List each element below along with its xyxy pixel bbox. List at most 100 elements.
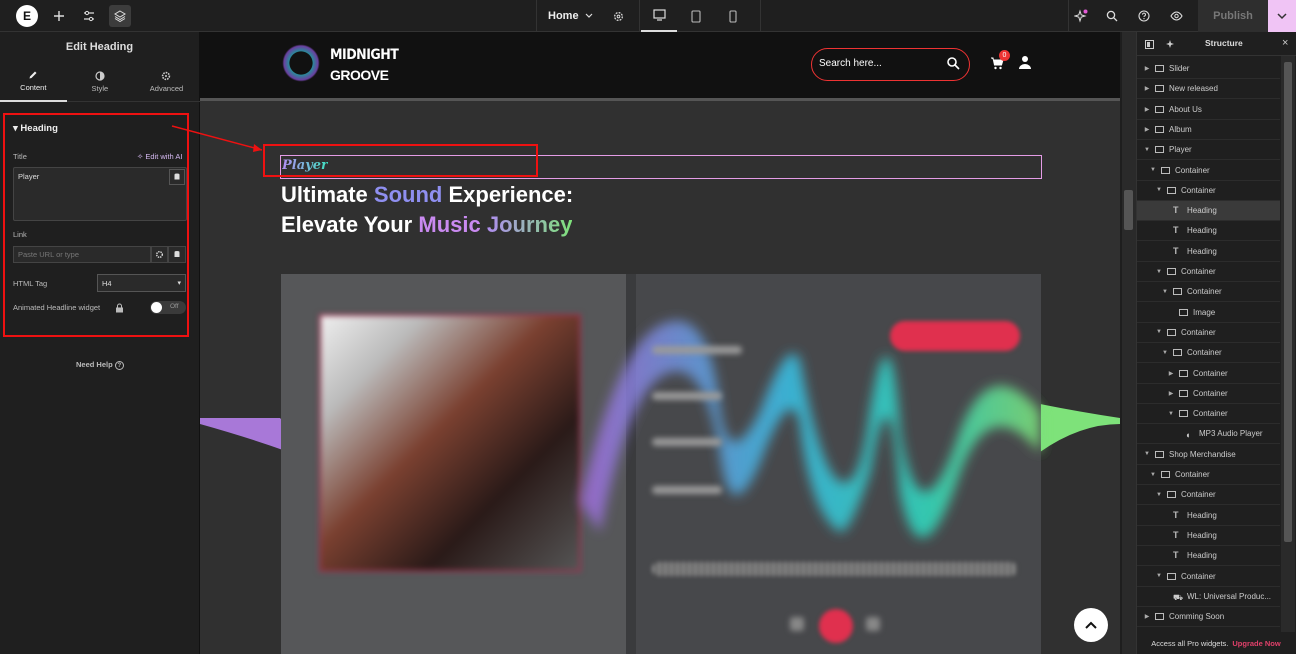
structure-item[interactable]: ◖ MP3 Audio Player xyxy=(1137,424,1280,445)
caret-right-icon[interactable]: ▶ xyxy=(1143,106,1151,113)
desktop-view-button[interactable] xyxy=(641,0,677,32)
link-dynamic-tags-button[interactable] xyxy=(168,246,186,263)
link-options-button[interactable] xyxy=(151,246,168,263)
container-icon xyxy=(1179,410,1188,418)
next-track-button[interactable] xyxy=(866,617,880,631)
scroll-to-top-button[interactable] xyxy=(1074,608,1108,642)
caret-down-icon[interactable]: ▼ xyxy=(1155,329,1163,335)
structure-item[interactable]: ▼ Container xyxy=(1137,323,1280,343)
structure-item-label: Container xyxy=(1193,388,1228,398)
structure-item[interactable]: ▶ Slider xyxy=(1137,59,1280,79)
section-heading-toggle[interactable]: ▾ Heading xyxy=(13,123,58,134)
structure-item[interactable]: T Heading xyxy=(1137,526,1280,546)
caret-down-icon[interactable]: ▼ xyxy=(1155,187,1163,193)
publish-options-button[interactable] xyxy=(1268,0,1296,32)
structure-item[interactable]: ▼ Container xyxy=(1137,343,1280,364)
structure-item[interactable]: ▼ Player xyxy=(1137,140,1280,161)
caret-right-icon[interactable]: ▶ xyxy=(1167,390,1175,397)
audio-progress-bar[interactable] xyxy=(652,562,1017,576)
structure-toggle-button[interactable] xyxy=(109,5,131,27)
caret-down-icon[interactable]: ▼ xyxy=(1149,167,1157,173)
structure-item[interactable]: ▼ Container xyxy=(1137,181,1280,201)
caret-right-icon[interactable]: ▶ xyxy=(1143,65,1151,72)
blurred-button[interactable] xyxy=(890,321,1020,351)
tablet-icon xyxy=(691,9,701,23)
structure-item[interactable]: ▶ Album xyxy=(1137,120,1280,140)
caret-down-icon[interactable]: ▼ xyxy=(1155,573,1163,579)
tablet-view-button[interactable] xyxy=(678,0,714,32)
structure-item[interactable]: ▼ Container xyxy=(1137,262,1280,282)
play-button[interactable] xyxy=(819,609,853,643)
structure-item[interactable]: ▼ Container xyxy=(1137,485,1280,506)
canvas-scrollbar-thumb[interactable] xyxy=(1124,190,1133,230)
caret-down-icon[interactable]: ▼ xyxy=(1167,411,1175,417)
structure-item[interactable]: ▼ Container xyxy=(1137,161,1280,181)
structure-item[interactable]: Image xyxy=(1137,303,1280,323)
layers-icon xyxy=(114,10,126,22)
caret-right-icon[interactable]: ▶ xyxy=(1143,126,1151,133)
eye-icon xyxy=(1169,11,1183,21)
track-item[interactable] xyxy=(652,438,722,446)
structure-item[interactable]: T Heading xyxy=(1137,506,1280,526)
caret-down-icon[interactable]: ▼ xyxy=(1161,289,1169,295)
elementor-logo-icon[interactable]: E xyxy=(16,5,38,27)
mobile-view-button[interactable] xyxy=(715,0,751,32)
previous-track-button[interactable] xyxy=(790,617,804,631)
page-selector[interactable]: Home xyxy=(536,0,640,32)
dynamic-tags-button[interactable] xyxy=(169,169,185,185)
gear-icon[interactable] xyxy=(613,11,624,22)
track-item[interactable] xyxy=(652,486,722,494)
structure-item[interactable]: ▶ Container xyxy=(1137,364,1280,384)
structure-item[interactable]: ▼ Container xyxy=(1137,465,1280,485)
preview-button[interactable] xyxy=(1168,8,1184,24)
caret-down-icon[interactable]: ▼ xyxy=(1143,451,1151,457)
tab-content[interactable]: Content xyxy=(0,62,67,102)
caret-down-icon[interactable]: ▼ xyxy=(1155,492,1163,498)
ai-notifications-button[interactable] xyxy=(1073,8,1089,24)
dock-icon[interactable] xyxy=(1145,40,1154,49)
caret-down-icon[interactable]: ▼ xyxy=(1143,147,1151,153)
html-tag-select[interactable]: H4 ▾ xyxy=(97,274,186,292)
structure-item[interactable]: ▼ Container xyxy=(1137,404,1280,425)
track-item[interactable] xyxy=(652,392,722,400)
site-settings-button[interactable] xyxy=(80,6,98,26)
structure-item[interactable]: ▼ Shop Merchandise xyxy=(1137,445,1280,465)
structure-item[interactable]: ▶ New released xyxy=(1137,79,1280,100)
caret-down-icon[interactable]: ▼ xyxy=(1155,269,1163,275)
structure-item-label: MP3 Audio Player xyxy=(1199,429,1263,439)
ai-sparkle-icon[interactable] xyxy=(1166,39,1176,49)
help-button[interactable] xyxy=(1136,8,1152,24)
structure-item[interactable]: ▼ Container xyxy=(1137,567,1280,587)
search-button[interactable] xyxy=(1104,8,1120,24)
add-element-button[interactable] xyxy=(50,6,68,26)
edit-with-ai-button[interactable]: ✧ Edit with AI xyxy=(137,152,182,161)
container-icon xyxy=(1155,613,1164,621)
tab-style[interactable]: Style xyxy=(67,62,134,102)
tab-advanced[interactable]: Advanced xyxy=(133,62,200,102)
structure-item[interactable]: ▼ Container xyxy=(1137,282,1280,303)
upgrade-now-link[interactable]: Upgrade Now xyxy=(1232,639,1280,648)
caret-right-icon[interactable]: ▶ xyxy=(1143,613,1151,620)
track-item[interactable] xyxy=(652,346,742,354)
structure-item[interactable]: T Heading xyxy=(1137,221,1280,242)
caret-right-icon[interactable]: ▶ xyxy=(1167,370,1175,377)
canvas-scrollbar[interactable] xyxy=(1122,32,1136,654)
link-input[interactable]: Paste URL or type xyxy=(13,246,151,263)
need-help-link[interactable]: Need Help ? xyxy=(76,360,124,370)
structure-item[interactable]: ▶ About Us xyxy=(1137,100,1280,120)
title-textarea[interactable]: Player xyxy=(13,167,187,221)
structure-item[interactable]: ▶ Comming Soon xyxy=(1137,607,1280,628)
structure-item[interactable]: T Heading xyxy=(1137,201,1280,222)
title-label: Title xyxy=(13,152,27,161)
structure-item[interactable]: T Heading xyxy=(1137,242,1280,262)
structure-item[interactable]: T Heading xyxy=(1137,546,1280,567)
caret-down-icon[interactable]: ▼ xyxy=(1161,350,1169,356)
caret-down-icon[interactable]: ▼ xyxy=(1149,472,1157,478)
close-icon[interactable]: × xyxy=(1282,37,1288,49)
caret-right-icon[interactable]: ▶ xyxy=(1143,85,1151,92)
structure-item[interactable]: ▶ Container xyxy=(1137,384,1280,404)
structure-item[interactable]: ⛟ WL: Universal Produc... xyxy=(1137,587,1280,607)
container-icon xyxy=(1161,471,1170,478)
structure-scrollbar-thumb[interactable] xyxy=(1284,62,1292,542)
publish-button[interactable]: Publish xyxy=(1198,0,1268,32)
